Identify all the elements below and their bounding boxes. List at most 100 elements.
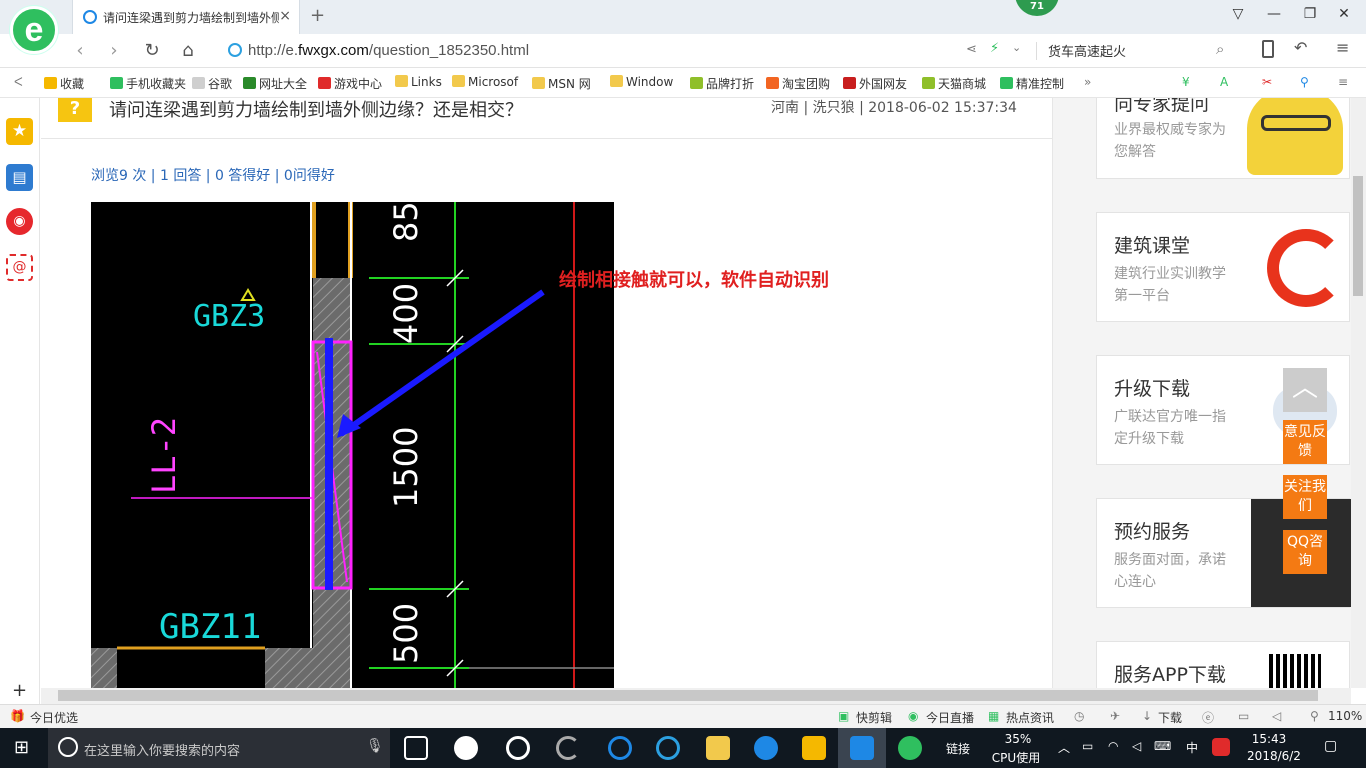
close-tab-icon[interactable]: × [279,8,291,24]
minimize-button[interactable]: — [1262,6,1286,26]
speed-status-icon[interactable]: ◷ [1074,709,1084,723]
translate-icon[interactable]: A [1220,75,1228,89]
horizontal-scroll-thumb[interactable] [58,690,1318,701]
volume-icon[interactable]: ◁ [1132,739,1141,753]
more-icon[interactable]: ≡ [1338,75,1348,89]
share-icon[interactable]: ⋖ [966,42,977,57]
bookmark-item[interactable]: 收藏 [44,75,84,92]
new-tab-button[interactable]: + [310,5,325,26]
maximize-button[interactable]: ❐ [1298,6,1322,26]
blue-app-icon[interactable] [754,736,778,760]
tray-chevron-icon[interactable]: ︿ [1058,739,1070,756]
bookmark-item[interactable]: 外国网友 [843,75,907,92]
skin-icon[interactable]: ▽ [1226,6,1250,26]
daily-picks-link[interactable]: 今日优选 [30,709,78,726]
card-building-class[interactable]: 建筑课堂 建筑行业实训教学第一平台 [1096,212,1350,322]
menu-icon[interactable]: ≡ [1336,38,1349,57]
task-view-icon[interactable] [404,736,428,760]
edge-icon[interactable] [608,736,632,760]
bookmark-item[interactable]: 网址大全 [243,75,307,92]
card-title: 预约服务 [1114,521,1191,543]
bookmark-item[interactable]: MSN 网 [532,75,591,92]
pin-icon[interactable]: ✈ [1110,709,1120,723]
card-app-download[interactable]: 服务APP下载 [1096,641,1350,688]
windows-start-icon[interactable]: ⊞ [14,737,29,758]
speed-icon[interactable]: ⚡ [990,41,999,56]
green-browser-icon[interactable] [898,736,922,760]
bookmark-item[interactable]: 谷歌 [192,75,232,92]
keyboard-icon[interactable]: ⌨ [1154,739,1171,753]
sound-icon[interactable]: ◁ [1272,709,1281,723]
qr-code-icon[interactable] [1269,654,1321,688]
back-icon[interactable]: ‹ [68,40,92,61]
back-to-top-button[interactable]: ︿ [1283,368,1327,412]
refresh-icon[interactable]: ↻ [140,40,164,61]
bookmark-item[interactable]: 品牌打折 [690,75,754,92]
zoom-level[interactable]: 110% [1328,709,1362,723]
chevron-down-icon[interactable]: ⌄ [1012,41,1021,54]
ime-indicator[interactable]: 中 [1186,739,1198,756]
taskbar-link-label[interactable]: 链接 [946,740,970,757]
qq-consult-button[interactable]: QQ咨询 [1283,530,1327,574]
news-status-icon: ▦ [988,709,1000,723]
feedback-button[interactable]: 意见反馈 [1283,420,1327,464]
battery-icon[interactable]: ▭ [1082,739,1093,753]
bookmark-label: Window [626,75,674,89]
browser-e-icon[interactable] [506,736,530,760]
ie-mode-icon[interactable]: ⓔ [1202,709,1214,726]
more-bookmarks-icon[interactable]: » [1084,75,1091,89]
bookmark-item[interactable]: 手机收藏夹 [110,75,186,92]
weibo-icon[interactable]: ◉ [6,208,33,235]
cross-app-icon[interactable] [850,736,874,760]
home-icon[interactable]: ⌂ [176,40,200,61]
swirl-app-icon[interactable] [556,736,580,760]
bookmark-collapse-icon[interactable]: ᐸ [14,75,23,89]
download-link[interactable]: 下载 [1158,709,1182,726]
bookmark-item[interactable]: Microsof [452,75,518,89]
undo-icon[interactable]: ↶ [1294,38,1307,57]
bookmark-item[interactable]: 精准控制 [1000,75,1064,92]
bookmark-item[interactable]: 游戏中心 [318,75,382,92]
mail-icon[interactable]: @ [6,254,33,281]
favorites-star-icon[interactable]: ★ [6,118,33,145]
card-ask-expert[interactable]: 向专家提问 业界最权威专家为您解答 [1096,98,1350,179]
pinwheel-app-icon[interactable] [454,736,478,760]
notification-center-icon[interactable]: ▢ [1324,738,1337,754]
bookmark-item[interactable]: Window [610,75,673,89]
zoom-icon[interactable]: ⚲ [1310,709,1319,723]
notification-badge[interactable]: 71 [1015,0,1059,16]
search-box[interactable]: 货车高速起火 [1048,41,1126,60]
quick-clip-link[interactable]: 快剪辑 [856,709,892,726]
clock-date[interactable]: 2018/6/2 [1244,749,1304,763]
clock-time[interactable]: 15:43 [1246,732,1292,746]
wifi-icon[interactable]: ◠ [1108,739,1118,753]
notes-app-icon[interactable] [802,736,826,760]
internet-explorer-icon[interactable] [656,736,680,760]
follow-button[interactable]: 关注我们 [1283,475,1327,519]
hot-news-link[interactable]: 热点资讯 [1006,709,1054,726]
cut-icon[interactable]: ✂ [1262,75,1272,89]
taskbar-search[interactable]: 在这里输入你要搜索的内容 🎙 [48,728,390,768]
bookmark-item[interactable]: 天猫商城 [922,75,986,92]
close-window-button[interactable]: ✕ [1332,6,1356,26]
search-icon[interactable]: ⌕ [1216,40,1224,58]
microphone-icon[interactable]: 🎙 [366,738,384,754]
browser-tab[interactable]: 请问连梁遇到剪力墙绘制到墙外侧 × [72,0,300,34]
sogou-icon[interactable] [1212,738,1230,756]
browser-logo[interactable]: e [10,6,58,54]
live-link[interactable]: 今日直播 [926,709,974,726]
security-shield-icon[interactable]: ¥ [1182,75,1190,89]
download-icon: ↓ [1142,709,1153,723]
phone-icon[interactable] [1262,40,1274,58]
bookmark-item[interactable]: 淘宝团购 [766,75,830,92]
forward-icon[interactable]: › [102,40,126,61]
news-icon[interactable]: ▤ [6,164,33,191]
window-icon[interactable]: ▭ [1238,709,1249,723]
vertical-scroll-thumb[interactable] [1353,176,1363,296]
file-explorer-icon[interactable] [706,736,730,760]
page-viewport: ? 请问连梁遇到剪力墙绘制到墙外侧边缘？还是相交？ 河南 | 洗只狼 | 201… [41,98,1351,688]
magnifier-icon[interactable]: ⚲ [1300,75,1309,89]
question-stats[interactable]: 浏览9 次 | 1 回答 | 0 答得好 | 0问得好 [91,165,335,185]
bookmark-item[interactable]: Links [395,75,442,89]
add-sidebar-icon[interactable]: + [12,680,27,701]
